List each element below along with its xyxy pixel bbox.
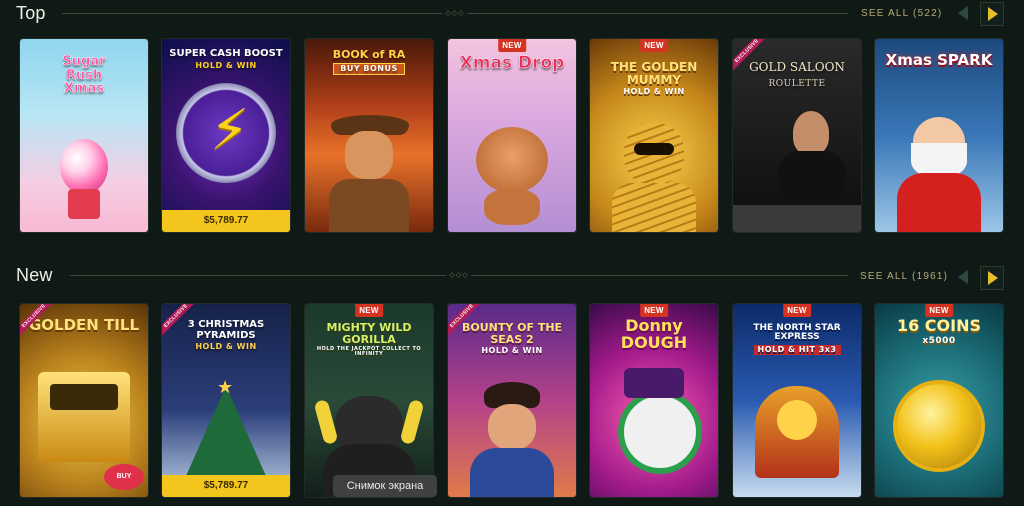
game-card-golden-mummy[interactable]: THE GOLDEN MUMMY HOLD & WIN NEW [590, 39, 718, 232]
game-card-golden-till[interactable]: GOLDEN TILL BUY BONUS EXCLUSIVE [20, 304, 148, 497]
christmas-tree-pyramid-image [186, 386, 266, 476]
screenshot-tooltip: Снимок экрана [333, 475, 437, 497]
dealer-face-image [793, 111, 829, 155]
game-card-bounty-of-the-seas-2[interactable]: BOUNTY OF THE SEAS 2 HOLD & WIN EXCLUSIV… [448, 304, 576, 497]
game-card-3-christmas-pyramids[interactable]: ★ 3 CHRISTMAS PYRAMIDS HOLD & WIN $5,789… [162, 304, 290, 497]
buy-bonus-label: BUY BONUS [104, 464, 144, 490]
section-title-top: Top [16, 3, 46, 23]
mummy-body-image [612, 183, 696, 232]
carousel-next-button[interactable] [980, 266, 1004, 290]
game-card-super-cash-boost[interactable]: ⚡ SUPER CASH BOOST HOLD & WIN $5,789.77 [162, 39, 290, 232]
chevron-right-icon [988, 271, 998, 285]
locomotive-headlight-image [777, 400, 817, 440]
game-logo-text: GOLDEN TILL [28, 316, 140, 334]
new-section-header: New ◇◇◇ SEE ALL (1961) [0, 262, 1024, 292]
new-games-section: New ◇◇◇ SEE ALL (1961) GOLDEN TILL BUY B… [0, 262, 1024, 506]
gold-coin-image [897, 384, 981, 468]
top-section-header: Top ◇◇◇ SEE ALL (522) [0, 0, 1024, 30]
game-card-sugar-rush-xmas[interactable]: Sugar Rush Xmas [20, 39, 148, 232]
game-logo-text: BOOK of RA BUY BONUS [311, 49, 427, 75]
see-all-top-link[interactable]: SEE ALL (522) [861, 8, 942, 19]
pirate-body-image [470, 448, 554, 497]
new-badge: NEW [783, 304, 811, 317]
chevron-right-icon [988, 7, 998, 21]
mummy-eyes-image [634, 143, 674, 155]
new-badge: NEW [925, 304, 953, 317]
gumball-machine-image [60, 139, 108, 194]
santa-body-image [897, 173, 981, 232]
game-logo-text: Donny DOUGH [620, 316, 688, 352]
game-logo-text: Xmas SPARK [885, 51, 993, 69]
pirate-face-image [488, 404, 536, 450]
game-logo-text: MIGHTY WILD GORILLA HOLD THE JACKPOT COL… [316, 321, 422, 358]
game-card-donny-dough[interactable]: Donny DOUGH NEW [590, 304, 718, 497]
carousel-next-button[interactable] [980, 2, 1004, 26]
game-logo-text: THE GOLDEN MUMMY HOLD & WIN [610, 60, 698, 97]
game-logo-text: Xmas Drop [459, 53, 565, 73]
game-card-north-star-express[interactable]: THE NORTH STAR EXPRESS HOLD & HIT 3x3 NE… [733, 304, 861, 497]
explorer-body-image [329, 179, 409, 232]
gumball-base-image [68, 189, 100, 219]
game-logo-text: 3 CHRISTMAS PYRAMIDS HOLD & WIN [187, 319, 265, 351]
game-logo-text: SUPER CASH BOOST HOLD & WIN [169, 48, 283, 70]
new-badge: NEW [640, 39, 668, 52]
game-card-16-coins[interactable]: 16 COINS x5000 NEW [875, 304, 1003, 497]
game-card-xmas-spark[interactable]: Xmas SPARK [875, 39, 1003, 232]
new-badge: NEW [498, 39, 526, 52]
game-card-book-of-ra[interactable]: BOOK of RA BUY BONUS [305, 39, 433, 232]
carousel-prev-icon[interactable] [958, 270, 968, 284]
game-card-xmas-drop[interactable]: Xmas Drop NEW [448, 39, 576, 232]
new-badge: NEW [640, 304, 668, 317]
teddy-bear-image [476, 127, 548, 193]
donny-face-image [618, 390, 702, 474]
section-title-new: New [16, 265, 53, 285]
register-display-image [50, 384, 118, 410]
jackpot-amount: $5,789.77 [162, 210, 290, 232]
game-logo-text: Sugar Rush Xmas [62, 54, 106, 97]
dealer-body-image [779, 151, 845, 211]
roulette-table-image [733, 205, 861, 232]
see-all-new-link[interactable]: SEE ALL (1961) [860, 271, 948, 282]
explorer-face-image [345, 131, 393, 179]
top-hat-image [624, 368, 684, 398]
jackpot-amount: $5,789.77 [162, 475, 290, 497]
teddy-bear-body-image [484, 189, 540, 225]
new-badge: NEW [355, 304, 383, 317]
game-logo-text: THE NORTH STAR EXPRESS HOLD & HIT 3x3 [753, 323, 841, 356]
carousel-prev-icon[interactable] [958, 6, 968, 20]
lightning-bolt-icon: ⚡ [210, 98, 250, 163]
section-divider: ◇◇◇ [70, 272, 848, 279]
game-card-gold-saloon-roulette[interactable]: GOLD SALOON ROULETTE EXCLUSIVE [733, 39, 861, 232]
game-card-mighty-wild-gorilla[interactable]: MIGHTY WILD GORILLA HOLD THE JACKPOT COL… [305, 304, 433, 497]
star-icon: ★ [217, 377, 234, 397]
top-games-section: Top ◇◇◇ SEE ALL (522) Sugar Rush Xmas ⚡ … [0, 0, 1024, 250]
game-logo-text: BOUNTY OF THE SEAS 2 HOLD & WIN [461, 321, 563, 356]
game-logo-text: 16 COINS x5000 [896, 316, 982, 346]
game-logo-text: GOLD SALOON ROULETTE [749, 60, 845, 89]
section-divider: ◇◇◇ [62, 10, 848, 17]
